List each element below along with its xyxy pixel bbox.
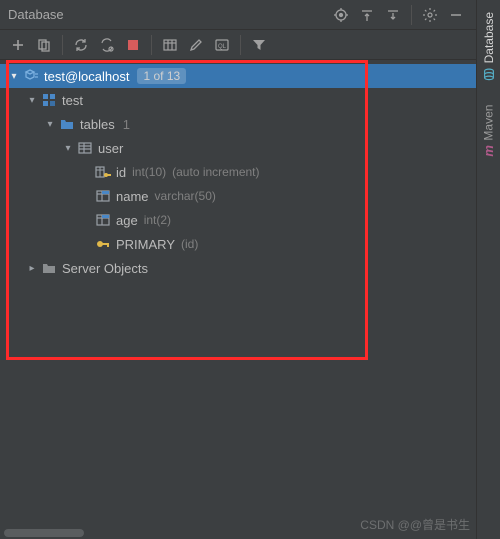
column-row[interactable]: age int(2) (0, 208, 476, 232)
table-label: user (98, 141, 123, 156)
add-icon[interactable] (6, 33, 30, 57)
column-type: int(2) (144, 213, 171, 227)
right-sidebar: Database m Maven (476, 0, 500, 539)
datasource-badge: 1 of 13 (137, 68, 186, 84)
chevron-down-icon[interactable]: ▾ (60, 143, 76, 154)
server-objects-label: Server Objects (62, 261, 148, 276)
key-icon (94, 236, 112, 252)
scrollbar-thumb[interactable] (4, 529, 84, 537)
column-extra: (auto increment) (172, 165, 259, 179)
folder-icon (58, 116, 76, 132)
tree-area: ▾ test@localhost 1 of 13 ▾ test ▾ tables… (0, 60, 476, 280)
table-row[interactable]: ▾ user (0, 136, 476, 160)
column-name: id (116, 165, 126, 180)
gear-icon[interactable] (418, 3, 442, 27)
refresh-icon[interactable] (69, 33, 93, 57)
datasource-row[interactable]: ▾ test@localhost 1 of 13 (0, 64, 476, 88)
column-type: int(10) (132, 165, 166, 179)
server-objects-row[interactable]: ▸ Server Objects (0, 256, 476, 280)
toolbar: QL (0, 30, 476, 60)
primary-key-row[interactable]: PRIMARY (id) (0, 232, 476, 256)
primary-key-label: PRIMARY (116, 237, 175, 252)
chevron-down-icon[interactable]: ▾ (6, 71, 22, 82)
svg-text:QL: QL (218, 44, 227, 50)
chevron-down-icon[interactable]: ▾ (24, 95, 40, 106)
tables-group-label: tables (80, 117, 115, 132)
maven-icon: m (481, 145, 496, 157)
column-icon (94, 188, 112, 204)
chevron-right-icon[interactable]: ▸ (24, 263, 40, 274)
chevron-down-icon[interactable]: ▾ (42, 119, 58, 130)
sync-settings-icon[interactable] (95, 33, 119, 57)
panel-title: Database (8, 7, 64, 22)
target-icon[interactable] (329, 3, 353, 27)
column-type: varchar(50) (155, 189, 216, 203)
datasource-icon (22, 68, 40, 84)
header-right-group (329, 3, 468, 27)
folder-icon (40, 260, 58, 276)
sidebar-tab-maven[interactable]: m Maven (481, 99, 496, 163)
column-name: age (116, 213, 138, 228)
stop-icon[interactable] (121, 33, 145, 57)
horizontal-scrollbar[interactable] (0, 527, 476, 539)
column-name: name (116, 189, 149, 204)
table-icon (76, 140, 94, 156)
separator (411, 5, 412, 25)
expand-all-icon[interactable] (355, 3, 379, 27)
sidebar-tab-label: Database (482, 12, 496, 63)
column-row[interactable]: name varchar(50) (0, 184, 476, 208)
separator (151, 35, 152, 55)
filter-icon[interactable] (247, 33, 271, 57)
collapse-all-icon[interactable] (381, 3, 405, 27)
sidebar-tab-label: Maven (482, 105, 496, 141)
schema-label: test (62, 93, 83, 108)
separator (62, 35, 63, 55)
sidebar-tab-database[interactable]: Database (482, 6, 496, 87)
database-icon (482, 67, 496, 81)
primary-key-cols: (id) (181, 237, 198, 251)
minimize-icon[interactable] (444, 3, 468, 27)
schema-icon (40, 92, 58, 108)
table-view-icon[interactable] (158, 33, 182, 57)
separator (240, 35, 241, 55)
tables-group-row[interactable]: ▾ tables 1 (0, 112, 476, 136)
console-icon[interactable]: QL (210, 33, 234, 57)
column-pk-icon (94, 164, 112, 180)
edit-icon[interactable] (184, 33, 208, 57)
schema-row[interactable]: ▾ test (0, 88, 476, 112)
datasource-label: test@localhost (44, 69, 129, 84)
copy-icon[interactable] (32, 33, 56, 57)
panel-header: Database (0, 0, 476, 30)
tables-group-count: 1 (123, 117, 130, 132)
column-icon (94, 212, 112, 228)
column-row[interactable]: id int(10) (auto increment) (0, 160, 476, 184)
